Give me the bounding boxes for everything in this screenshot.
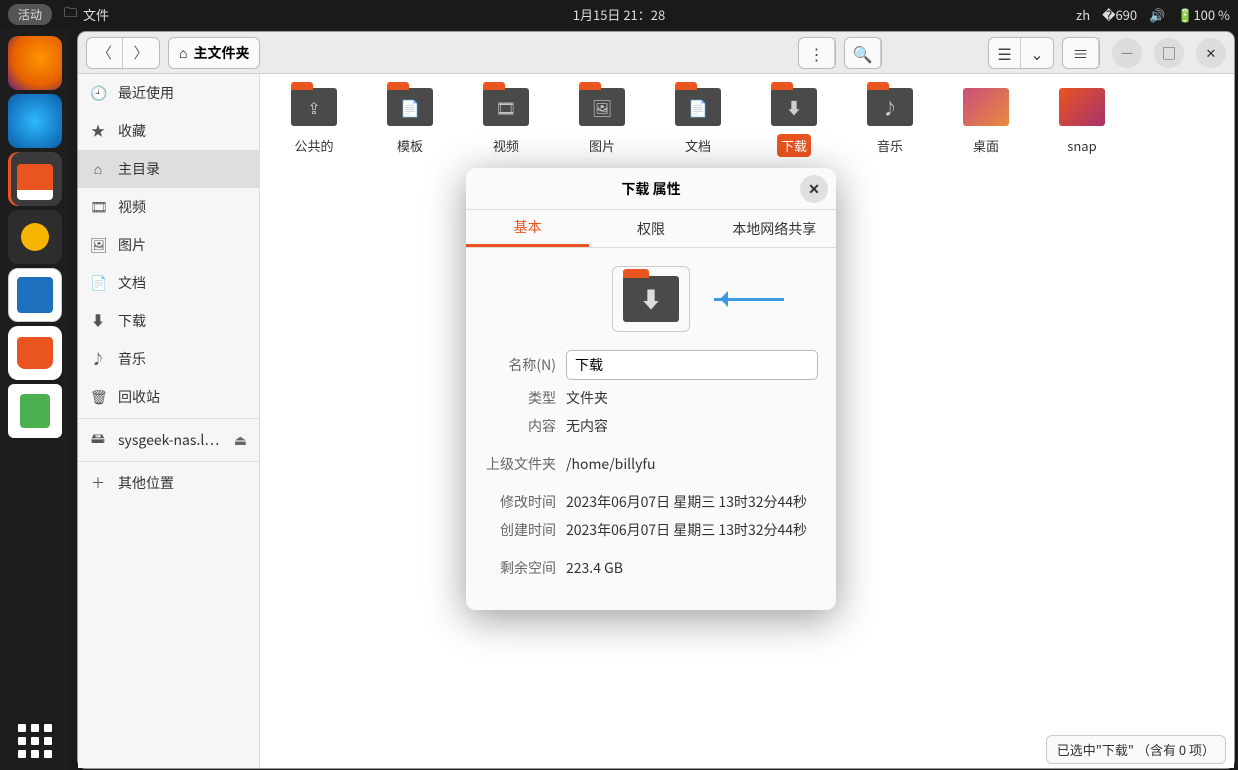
ctime-label: 创建时间 [484, 520, 566, 540]
annotation-arrow [714, 294, 794, 304]
free-label: 剩余空间 [484, 558, 566, 578]
dialog-overlay: 下载 属性 ✕ 基本 权限 本地网络共享 ⬇ 名称(N) 类型 文件夹 [0, 0, 1238, 770]
download-icon: ⬇ [623, 276, 679, 322]
dialog-title: 下载 属性 [621, 179, 680, 199]
name-label: 名称(N) [484, 355, 566, 375]
tab-basic[interactable]: 基本 [466, 210, 589, 247]
free-value: 223.4 GB [566, 558, 818, 578]
dialog-body: ⬇ 名称(N) 类型 文件夹 内容 无内容 上级文件夹 /home/billyf… [466, 248, 836, 610]
type-label: 类型 [484, 388, 566, 408]
parent-value: /home/billyfu [566, 454, 818, 474]
ctime-value: 2023年06月07日 星期三 13时32分44秒 [566, 520, 818, 540]
dialog-folder-icon-button[interactable]: ⬇ [612, 266, 690, 332]
tab-permissions[interactable]: 权限 [589, 210, 712, 247]
content-label: 内容 [484, 416, 566, 436]
mtime-value: 2023年06月07日 星期三 13时32分44秒 [566, 492, 818, 512]
mtime-label: 修改时间 [484, 492, 566, 512]
type-value: 文件夹 [566, 388, 818, 408]
dialog-close-button[interactable]: ✕ [800, 175, 828, 203]
dialog-header: 下载 属性 ✕ [466, 168, 836, 210]
content-value: 无内容 [566, 416, 818, 436]
dialog-tabs: 基本 权限 本地网络共享 [466, 210, 836, 248]
properties-dialog: 下载 属性 ✕ 基本 权限 本地网络共享 ⬇ 名称(N) 类型 文件夹 [466, 168, 836, 610]
name-input[interactable] [566, 350, 818, 380]
parent-label: 上级文件夹 [484, 454, 566, 474]
tab-share[interactable]: 本地网络共享 [713, 210, 836, 247]
